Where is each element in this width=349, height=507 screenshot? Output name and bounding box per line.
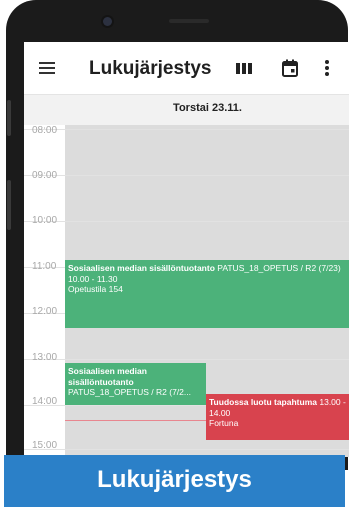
event-social-media-1[interactable]: Sosiaalisen median sisällöntuotanto PATU… — [65, 260, 349, 328]
event-time: 10.00 - 11.30 — [68, 273, 118, 284]
hour-label: 10:00 — [32, 215, 58, 226]
event-tuudo[interactable]: Tuudossa luotu tapahtuma 13.00 - 14.00 F… — [206, 394, 349, 440]
week-view-icon[interactable] — [231, 55, 257, 81]
front-camera — [103, 17, 112, 26]
banner-text: Lukujärjestys — [97, 466, 252, 493]
event-group: PATUS_18_OPETUS / R2 (7/2... — [68, 387, 191, 397]
hour-label: 14:00 — [32, 396, 58, 407]
day-date: Torstai 23.11. — [173, 102, 242, 114]
hour-label: 12:00 — [32, 306, 58, 317]
event-title: Sosiaalisen median sisällöntuotanto — [68, 263, 215, 273]
app-bar: Lukujärjestys — [24, 42, 349, 95]
side-button — [7, 180, 11, 230]
hour-label: 15:00 — [32, 440, 58, 451]
hour-line — [24, 175, 349, 176]
app-screen: Lukujärjestys Torstai 23.11. 08:00 09:00… — [24, 42, 349, 457]
hour-line — [24, 129, 349, 130]
hour-label: 13:00 — [32, 352, 58, 363]
hour-line — [24, 221, 349, 222]
calendar-icon[interactable] — [277, 55, 303, 81]
event-social-media-2[interactable]: Sosiaalisen median sisällöntuotanto PATU… — [65, 363, 206, 405]
timeline-grid: 08:00 09:00 10:00 11:00 12:00 13:00 14:0… — [24, 125, 349, 457]
volume-button — [7, 100, 11, 136]
hour-line — [24, 359, 349, 360]
hour-label: 11:00 — [32, 261, 57, 272]
earpiece-speaker — [169, 19, 209, 23]
hour-label: 08:00 — [32, 125, 58, 136]
page-title: Lukujärjestys — [89, 58, 212, 79]
hour-label: 09:00 — [32, 170, 58, 181]
event-group: PATUS_18_OPETUS / R2 (7/23) — [217, 263, 341, 273]
event-title: Sosiaalisen median sisällöntuotanto — [68, 366, 147, 387]
promo-banner: Lukujärjestys — [4, 455, 345, 507]
more-vertical-icon[interactable] — [314, 55, 340, 81]
day-header: Torstai 23.11. — [24, 95, 349, 125]
hamburger-menu-icon[interactable] — [36, 58, 58, 78]
event-place: Opetustila 154 — [68, 284, 123, 294]
hour-line — [24, 449, 349, 450]
event-title: Tuudossa luotu tapahtuma — [209, 397, 317, 407]
event-place: Fortuna — [209, 418, 239, 428]
